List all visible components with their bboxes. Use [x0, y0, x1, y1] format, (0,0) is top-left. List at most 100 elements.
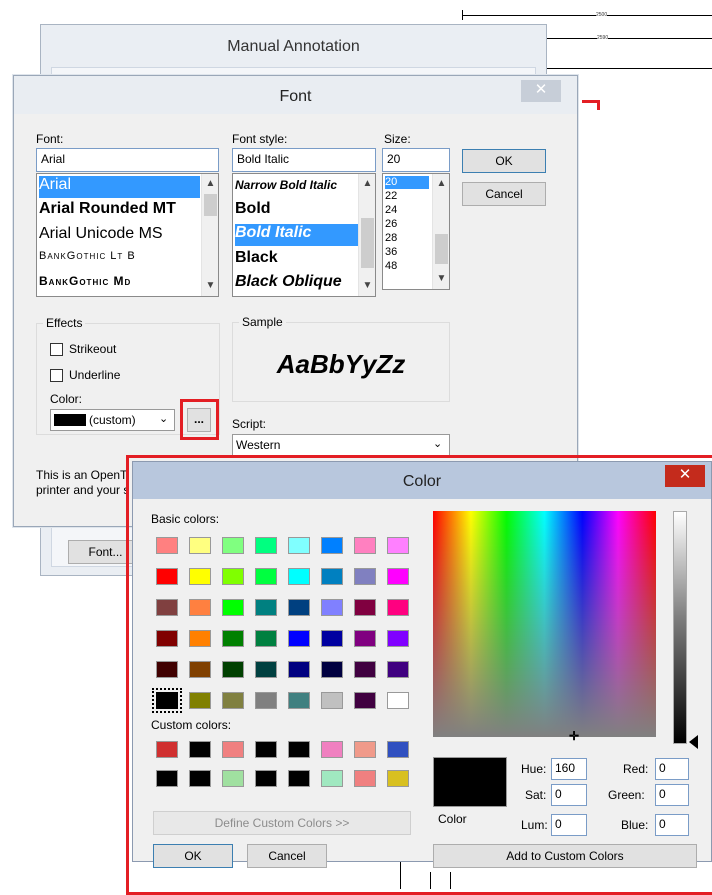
color-swatch[interactable]: [288, 568, 310, 585]
color-swatch[interactable]: [354, 537, 376, 554]
font-style-list[interactable]: Narrow Bold Italic Bold Bold Italic Blac…: [232, 173, 376, 297]
scroll-up-icon[interactable]: ▲: [359, 176, 375, 192]
color-swatch[interactable]: [222, 537, 244, 554]
color-swatch[interactable]: [288, 599, 310, 616]
script-select[interactable]: Western ⌄: [232, 434, 450, 456]
color-swatch[interactable]: [255, 741, 277, 758]
color-swatch[interactable]: [387, 741, 409, 758]
color-swatch[interactable]: [222, 599, 244, 616]
more-colors-button[interactable]: ...: [187, 408, 211, 432]
color-swatch[interactable]: [288, 770, 310, 787]
font-name-list[interactable]: Arial Arial Rounded MT Arial Unicode MS …: [36, 173, 219, 297]
color-swatch[interactable]: [387, 599, 409, 616]
font-list-scrollbar[interactable]: ▲ ▼: [201, 174, 218, 296]
scroll-thumb[interactable]: [435, 234, 448, 264]
size-list-item[interactable]: 28: [385, 232, 397, 245]
color-swatch[interactable]: [354, 741, 376, 758]
size-list-item[interactable]: 36: [385, 246, 397, 259]
font-list-item[interactable]: Arial Unicode MS: [39, 225, 163, 243]
color-swatch[interactable]: [288, 630, 310, 647]
scroll-down-icon[interactable]: ▼: [359, 278, 375, 294]
size-list-item[interactable]: 24: [385, 204, 397, 217]
color-swatch[interactable]: [222, 692, 244, 709]
close-icon[interactable]: ✕: [665, 465, 705, 487]
color-swatch[interactable]: [189, 568, 211, 585]
size-list-item[interactable]: 20: [385, 176, 429, 189]
color-swatch[interactable]: [387, 770, 409, 787]
color-swatch[interactable]: [387, 568, 409, 585]
color-swatch[interactable]: [189, 537, 211, 554]
color-swatch[interactable]: [222, 568, 244, 585]
color-swatch[interactable]: [222, 770, 244, 787]
color-swatch[interactable]: [255, 661, 277, 678]
green-input[interactable]: 0: [655, 784, 689, 806]
luminance-bar[interactable]: [673, 511, 687, 744]
color-swatch[interactable]: [222, 661, 244, 678]
color-swatch[interactable]: [354, 770, 376, 787]
style-list-item[interactable]: Black Oblique: [235, 273, 357, 291]
color-swatch[interactable]: [222, 630, 244, 647]
color-swatch[interactable]: [288, 661, 310, 678]
color-swatch[interactable]: [387, 537, 409, 554]
color-swatch[interactable]: [152, 688, 182, 713]
color-swatch[interactable]: [255, 537, 277, 554]
color-swatch[interactable]: [189, 661, 211, 678]
color-swatch[interactable]: [156, 599, 178, 616]
define-custom-colors-button[interactable]: Define Custom Colors >>: [153, 811, 411, 835]
color-swatch[interactable]: [255, 568, 277, 585]
color-swatch[interactable]: [288, 741, 310, 758]
cancel-button[interactable]: Cancel: [247, 844, 327, 868]
color-swatch[interactable]: [189, 770, 211, 787]
font-name-input[interactable]: Arial: [36, 148, 219, 172]
font-list-item[interactable]: BankGothic Md: [39, 274, 197, 288]
style-list-item[interactable]: Bold: [235, 200, 271, 218]
scroll-up-icon[interactable]: ▲: [433, 176, 449, 192]
crosshair-icon[interactable]: ✛: [569, 729, 579, 743]
underline-checkbox[interactable]: [50, 369, 63, 382]
style-list-scrollbar[interactable]: ▲ ▼: [358, 174, 375, 296]
lum-input[interactable]: 0: [551, 814, 587, 836]
color-swatch[interactable]: [354, 661, 376, 678]
color-swatch[interactable]: [321, 741, 343, 758]
color-swatch[interactable]: [255, 770, 277, 787]
color-select[interactable]: (custom) ⌄: [50, 409, 175, 431]
color-swatch[interactable]: [321, 630, 343, 647]
luminance-arrow-icon[interactable]: [689, 735, 698, 749]
color-swatch[interactable]: [189, 741, 211, 758]
color-swatch[interactable]: [288, 692, 310, 709]
ok-button[interactable]: OK: [153, 844, 233, 868]
color-swatch[interactable]: [387, 692, 409, 709]
color-swatch[interactable]: [156, 770, 178, 787]
color-swatch[interactable]: [321, 568, 343, 585]
color-swatch[interactable]: [189, 630, 211, 647]
size-list-scrollbar[interactable]: ▲ ▼: [432, 174, 449, 289]
cancel-button[interactable]: Cancel: [462, 182, 546, 206]
color-swatch[interactable]: [255, 692, 277, 709]
color-swatch[interactable]: [321, 599, 343, 616]
hue-input[interactable]: 160: [551, 758, 587, 780]
color-swatch[interactable]: [255, 630, 277, 647]
color-swatch[interactable]: [354, 599, 376, 616]
color-swatch[interactable]: [288, 537, 310, 554]
color-swatch[interactable]: [189, 692, 211, 709]
color-swatch[interactable]: [321, 661, 343, 678]
font-list-item[interactable]: Arial Rounded MT: [39, 200, 176, 218]
color-swatch[interactable]: [321, 770, 343, 787]
style-list-item[interactable]: Narrow Bold Italic: [235, 178, 355, 192]
color-swatch[interactable]: [255, 599, 277, 616]
red-input[interactable]: 0: [655, 758, 689, 780]
ok-button[interactable]: OK: [462, 149, 546, 173]
size-list-item[interactable]: 26: [385, 218, 397, 231]
font-style-input[interactable]: Bold Italic: [232, 148, 376, 172]
color-swatch[interactable]: [156, 568, 178, 585]
blue-input[interactable]: 0: [655, 814, 689, 836]
scroll-thumb[interactable]: [204, 194, 217, 216]
style-list-item[interactable]: Black: [235, 249, 278, 267]
color-swatch[interactable]: [354, 692, 376, 709]
color-swatch[interactable]: [321, 692, 343, 709]
color-swatch[interactable]: [222, 741, 244, 758]
sat-input[interactable]: 0: [551, 784, 587, 806]
size-input[interactable]: 20: [382, 148, 450, 172]
strikeout-checkbox[interactable]: [50, 343, 63, 356]
close-icon[interactable]: ✕: [521, 80, 561, 102]
